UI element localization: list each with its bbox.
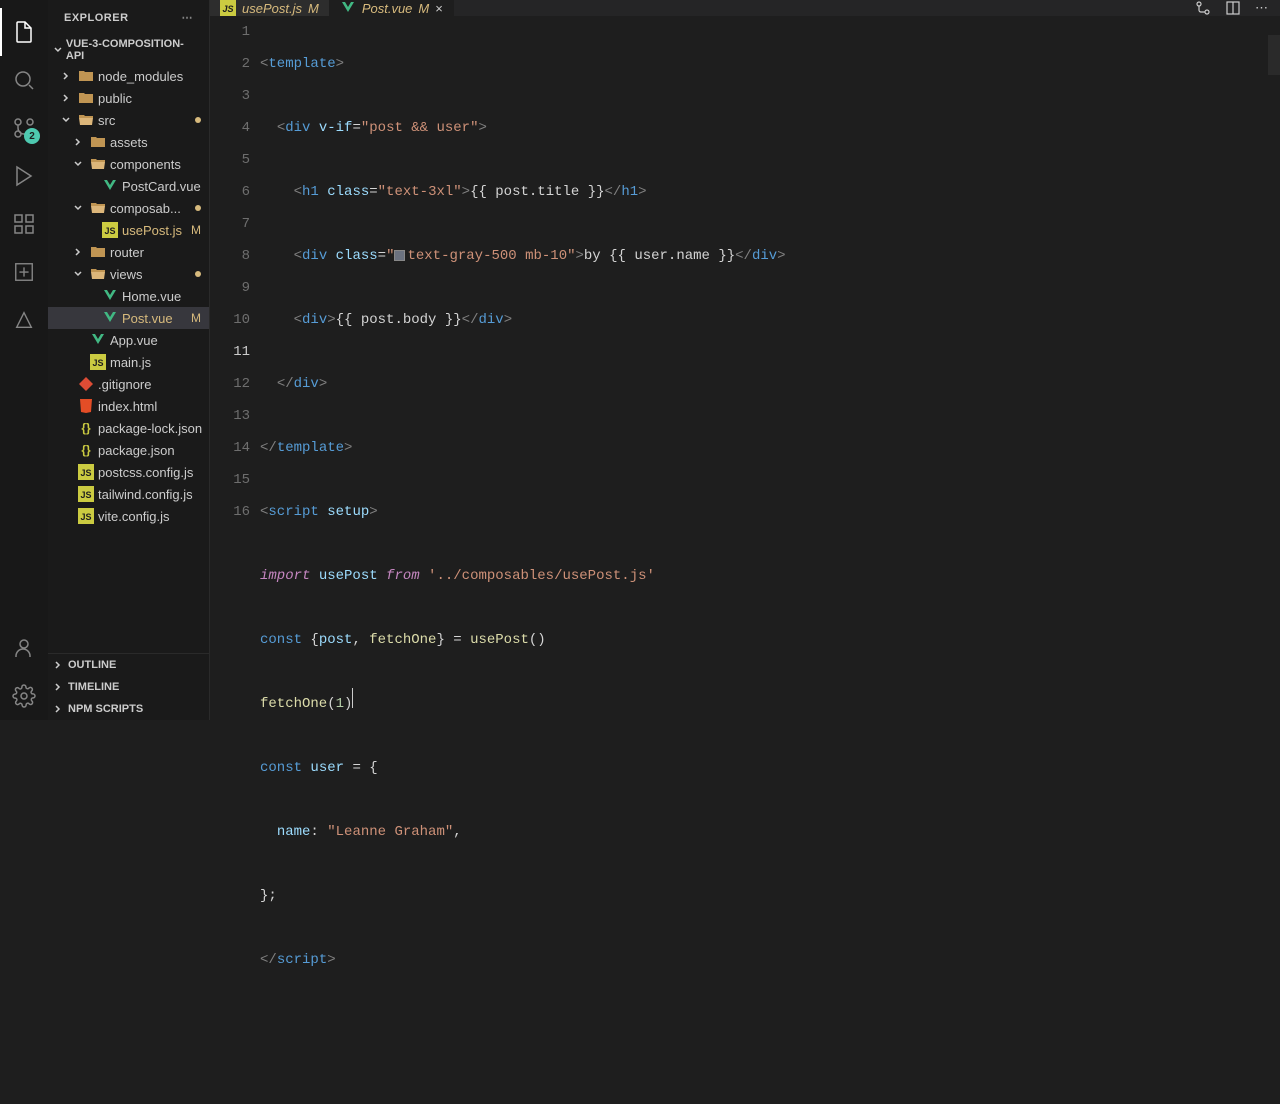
- settings-gear-icon[interactable]: [0, 672, 48, 720]
- text-cursor: [352, 688, 353, 708]
- sidebar-more-icon[interactable]: ⋯: [182, 11, 194, 24]
- tab-post[interactable]: Post.vue M ×: [330, 0, 454, 16]
- tab-usepost[interactable]: JS usePost.js M: [210, 0, 330, 16]
- run-debug-icon[interactable]: [0, 152, 48, 200]
- svg-text:JS: JS: [80, 468, 91, 478]
- tree-item-components[interactable]: components: [48, 153, 209, 175]
- editor[interactable]: 12345678910111213141516 <template> <div …: [210, 16, 1280, 1104]
- project-title[interactable]: VUE-3-COMPOSITION-API: [48, 35, 209, 65]
- color-swatch-icon: [394, 250, 405, 261]
- minimap[interactable]: [1268, 35, 1280, 75]
- timeline-section[interactable]: TIMELINE: [48, 676, 209, 698]
- npm-icon[interactable]: [0, 248, 48, 296]
- compare-icon[interactable]: [1195, 0, 1211, 16]
- svg-text:JS: JS: [222, 4, 233, 14]
- tree-item-composab-[interactable]: composab...: [48, 197, 209, 219]
- activity-bar: 2: [0, 0, 48, 720]
- tree-item-src[interactable]: src: [48, 109, 209, 131]
- tree-item--gitignore[interactable]: .gitignore: [48, 373, 209, 395]
- sidebar: EXPLORER ⋯ VUE-3-COMPOSITION-API node_mo…: [48, 0, 210, 720]
- sidebar-title: EXPLORER: [64, 12, 129, 24]
- source-control-icon[interactable]: 2: [0, 104, 48, 152]
- tree-item-index-html[interactable]: index.html: [48, 395, 209, 417]
- tree-item-postcss-config-js[interactable]: JSpostcss.config.js: [48, 461, 209, 483]
- code-area[interactable]: <template> <div v-if="post && user"> <h1…: [260, 16, 1280, 1104]
- tree-item-main-js[interactable]: JSmain.js: [48, 351, 209, 373]
- chevron-right-icon: [52, 681, 64, 693]
- search-icon[interactable]: [0, 56, 48, 104]
- tree-item-node_modules[interactable]: node_modules: [48, 65, 209, 87]
- npm-scripts-section[interactable]: NPM SCRIPTS: [48, 698, 209, 720]
- tree-item-vite-config-js[interactable]: JSvite.config.js: [48, 505, 209, 527]
- tree-item-post-vue[interactable]: Post.vueM: [48, 307, 209, 329]
- sidebar-header: EXPLORER ⋯: [48, 0, 209, 35]
- tree-item-tailwind-config-js[interactable]: JStailwind.config.js: [48, 483, 209, 505]
- main: JS usePost.js M Post.vue M × ⋯ 123456789…: [210, 0, 1280, 720]
- line-gutter: 12345678910111213141516: [210, 16, 260, 1104]
- svg-text:{}: {}: [81, 421, 91, 435]
- tree-item-postcard-vue[interactable]: PostCard.vue: [48, 175, 209, 197]
- tree-item-app-vue[interactable]: App.vue: [48, 329, 209, 351]
- tree-item-views[interactable]: views: [48, 263, 209, 285]
- outline-section[interactable]: OUTLINE: [48, 654, 209, 676]
- tree-item-router[interactable]: router: [48, 241, 209, 263]
- tab-actions: ⋯: [1195, 0, 1280, 16]
- tree-item-package-lock-json[interactable]: {}package-lock.json: [48, 417, 209, 439]
- file-tree: node_modulespublicsrcassetscomponentsPos…: [48, 65, 209, 653]
- extensions-icon[interactable]: [0, 200, 48, 248]
- tree-item-public[interactable]: public: [48, 87, 209, 109]
- more-actions-icon[interactable]: ⋯: [1255, 0, 1268, 16]
- tabs: JS usePost.js M Post.vue M × ⋯: [210, 0, 1280, 16]
- tree-item-usepost-js[interactable]: JSusePost.jsM: [48, 219, 209, 241]
- svg-text:JS: JS: [104, 226, 115, 236]
- vue-icon: [340, 0, 356, 16]
- scm-badge: 2: [24, 128, 40, 144]
- sidebar-footer: OUTLINE TIMELINE NPM SCRIPTS: [48, 653, 209, 720]
- close-icon[interactable]: ×: [435, 1, 443, 16]
- split-editor-icon[interactable]: [1225, 0, 1241, 16]
- svg-text:JS: JS: [80, 512, 91, 522]
- svg-text:{}: {}: [81, 443, 91, 457]
- tree-item-home-vue[interactable]: Home.vue: [48, 285, 209, 307]
- chevron-right-icon: [52, 703, 64, 715]
- js-icon: JS: [220, 0, 236, 16]
- chevron-right-icon: [52, 659, 64, 671]
- explorer-icon[interactable]: [0, 8, 48, 56]
- svg-text:JS: JS: [80, 490, 91, 500]
- chevron-down-icon: [52, 44, 64, 56]
- account-icon[interactable]: [0, 624, 48, 672]
- triangle-icon[interactable]: [0, 296, 48, 344]
- tree-item-assets[interactable]: assets: [48, 131, 209, 153]
- svg-text:JS: JS: [92, 358, 103, 368]
- tree-item-package-json[interactable]: {}package.json: [48, 439, 209, 461]
